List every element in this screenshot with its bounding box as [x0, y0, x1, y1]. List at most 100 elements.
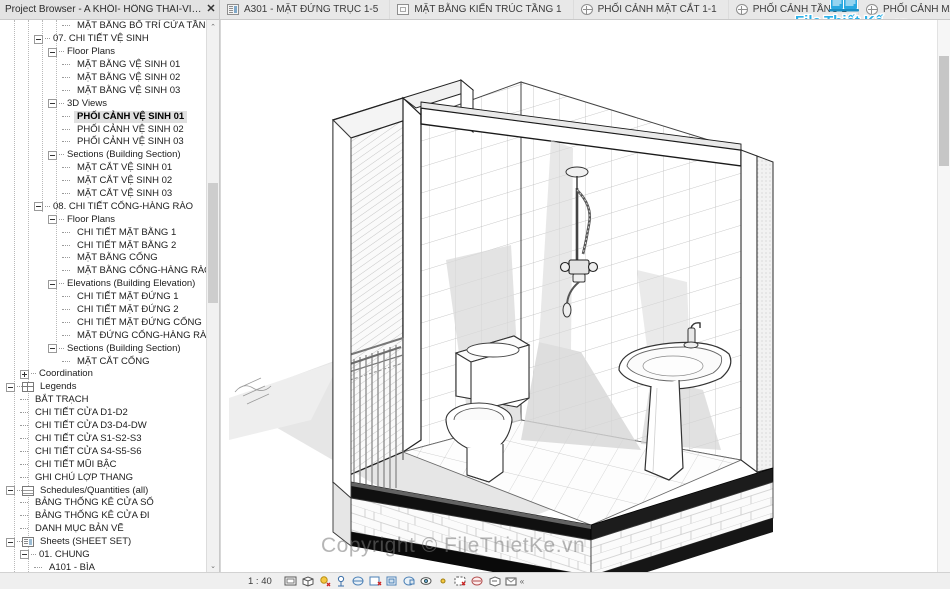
- sun-path-icon[interactable]: [318, 575, 331, 587]
- tree-group-node[interactable]: 3D Views: [0, 97, 206, 110]
- tree-group-node[interactable]: Sections (Building Section): [0, 149, 206, 162]
- reveal-hidden-icon[interactable]: [437, 575, 450, 587]
- tree-group-node[interactable]: Elevations (Building Elevation): [0, 278, 206, 291]
- project-browser-title-bar: Project Browser - A KHỐI- HỒNG THÁI-VIỆT…: [0, 0, 220, 19]
- temporary-view-properties-icon[interactable]: [454, 575, 467, 587]
- tree-node-label: Schedules/Quantities (all): [40, 484, 149, 496]
- visual-style-icon[interactable]: [301, 575, 314, 587]
- tree-group-node[interactable]: 08. CHI TIẾT CỔNG-HÀNG RÀO: [0, 200, 206, 213]
- tree-leaf-node[interactable]: MẶT CẮT VỆ SINH 03: [0, 188, 206, 201]
- highlight-displacement-icon[interactable]: [488, 575, 501, 587]
- view-scale-label[interactable]: 1 : 40: [220, 576, 280, 587]
- collapse-toggle-icon[interactable]: [6, 537, 15, 547]
- view-tab[interactable]: PHỐI CẢNH TẦNG 1: [729, 0, 859, 19]
- reveal-constraints-icon[interactable]: [505, 575, 518, 587]
- tree-leaf-node[interactable]: BẢNG THỐNG KÊ CỬA ĐI: [0, 510, 206, 523]
- hide-analytical-icon[interactable]: [471, 575, 484, 587]
- project-browser-tree[interactable]: MẶT BẰNG BỐ TRÍ CỬA TẦNG 207. CHI TIẾT V…: [0, 20, 206, 572]
- scroll-thumb[interactable]: [208, 183, 218, 303]
- browser-vertical-scrollbar[interactable]: ⌃ ⌄: [206, 20, 219, 572]
- tree-group-node[interactable]: Sheets (SHEET SET): [0, 536, 206, 549]
- tree-group-node[interactable]: Floor Plans: [0, 213, 206, 226]
- tree-group-node[interactable]: Coordination: [0, 368, 206, 381]
- tree-leaf-node[interactable]: CHI TIẾT CỬA S4-S5-S6: [0, 445, 206, 458]
- tree-group-node[interactable]: 01. CHUNG: [0, 549, 206, 562]
- collapse-toggle-icon[interactable]: [48, 215, 57, 225]
- tree-group-node[interactable]: 07. CHI TIẾT VỆ SINH: [0, 33, 206, 46]
- scroll-up-arrow-icon[interactable]: ⌃: [207, 20, 219, 33]
- tree-leaf-node[interactable]: CHI TIẾT CỬA D3-D4-DW: [0, 420, 206, 433]
- tree-group-node[interactable]: Sections (Building Section): [0, 342, 206, 355]
- tree-connector: [62, 162, 73, 174]
- collapse-toggle-icon[interactable]: [48, 279, 57, 289]
- 3d-view-canvas[interactable]: Copyright © FileThietKe.vn: [220, 20, 937, 572]
- view-tab[interactable]: MẶT BẰNG KIẾN TRÚC TẦNG 1: [390, 0, 574, 19]
- tree-leaf-node[interactable]: CHI TIẾT MẶT ĐỨNG 1: [0, 291, 206, 304]
- tree-node-label: PHỐI CẢNH VỆ SINH 03: [77, 136, 184, 148]
- collapse-toggle-icon[interactable]: [48, 99, 57, 109]
- tree-leaf-node[interactable]: MẶT BẰNG VỆ SINH 02: [0, 72, 206, 85]
- collapse-toggle-icon[interactable]: [34, 202, 43, 212]
- lock-3d-view-icon[interactable]: [403, 575, 416, 587]
- tree-group-node[interactable]: Schedules/Quantities (all): [0, 484, 206, 497]
- scroll-down-arrow-icon[interactable]: ⌄: [207, 559, 219, 572]
- tree-node-label: Sections (Building Section): [67, 342, 181, 354]
- tree-leaf-node[interactable]: PHỐI CẢNH VỆ SINH 03: [0, 136, 206, 149]
- tree-leaf-node[interactable]: A101 - BÌA: [0, 561, 206, 572]
- tree-leaf-node[interactable]: MẶT BẰNG CỔNG-HÀNG RÀO: [0, 265, 206, 278]
- view-tab[interactable]: PHỐI CẢNH MẶT CẮT 1-1: [574, 0, 729, 19]
- tree-group-node[interactable]: Legends: [0, 381, 206, 394]
- scroll-track[interactable]: [207, 33, 219, 559]
- tree-leaf-node[interactable]: CHI TIẾT MŨI BẬC: [0, 458, 206, 471]
- view-scroll-thumb[interactable]: [939, 56, 949, 166]
- tree-leaf-node[interactable]: MẶT BẰNG CỔNG: [0, 252, 206, 265]
- crop-region-icon[interactable]: [386, 575, 399, 587]
- collapse-toggle-icon[interactable]: [48, 344, 57, 354]
- render-dialog-icon[interactable]: [352, 575, 365, 587]
- close-icon[interactable]: ✕: [203, 0, 219, 19]
- tree-leaf-node[interactable]: CHI TIẾT MẶT ĐỨNG CỔNG: [0, 316, 206, 329]
- collapse-toggle-icon[interactable]: [20, 550, 29, 560]
- tree-leaf-node[interactable]: CHI TIẾT MẶT ĐỨNG 2: [0, 304, 206, 317]
- collapse-toggle-icon[interactable]: [6, 486, 15, 495]
- collapse-toggle-icon[interactable]: [6, 382, 15, 392]
- tree-leaf-node[interactable]: CHI TIẾT CỬA D1-D2: [0, 407, 206, 420]
- view-tab-strip[interactable]: A301 - MẶT ĐỨNG TRỤC 1-5 MẶT BẰNG KIẾN TR…: [220, 0, 950, 19]
- view-tab[interactable]: PHỐI CẢNH MẶT CẮT 5-5: [859, 0, 950, 19]
- temporary-hide-isolate-icon[interactable]: [420, 575, 433, 587]
- view-vertical-scrollbar[interactable]: [937, 20, 950, 572]
- collapse-toggle-icon[interactable]: [48, 150, 57, 160]
- tree-leaf-node[interactable]: MẶT CẮT VỆ SINH 02: [0, 175, 206, 188]
- tree-leaf-node[interactable]: MẶT ĐỨNG CỔNG-HÀNG RÀO: [0, 329, 206, 342]
- tree-node-label: BẮT TRẠCH: [35, 394, 89, 406]
- tree-leaf-node[interactable]: BẢNG THỐNG KÊ CỬA SỔ: [0, 497, 206, 510]
- tree-leaf-node[interactable]: BẮT TRẠCH: [0, 394, 206, 407]
- tree-node-label: BẢNG THỐNG KÊ CỬA ĐI: [35, 510, 150, 522]
- tree-leaf-node[interactable]: MẶT CẮT CỔNG: [0, 355, 206, 368]
- tree-leaf-node[interactable]: CHI TIẾT CỬA S1-S2-S3: [0, 433, 206, 446]
- shadows-icon[interactable]: [335, 575, 348, 587]
- expand-toggle-icon[interactable]: [20, 369, 29, 379]
- tree-leaf-node[interactable]: MẶT BẰNG VỆ SINH 03: [0, 84, 206, 97]
- sheets-icon: [22, 537, 34, 548]
- tree-leaf-node[interactable]: MẶT BẰNG VỆ SINH 01: [0, 59, 206, 72]
- tree-leaf-node[interactable]: PHỐI CẢNH VỆ SINH 02: [0, 123, 206, 136]
- view-control-icons[interactable]: [280, 575, 518, 587]
- tree-group-node[interactable]: Floor Plans: [0, 46, 206, 59]
- view-tab[interactable]: A301 - MẶT ĐỨNG TRỤC 1-5: [220, 0, 391, 19]
- tree-leaf-node[interactable]: MẶT CẮT VỆ SINH 01: [0, 162, 206, 175]
- tree-connector: [62, 356, 73, 368]
- tree-leaf-node[interactable]: DANH MỤC BẢN VẼ: [0, 523, 206, 536]
- crop-view-icon[interactable]: [369, 575, 382, 587]
- tree-leaf-node[interactable]: CHI TIẾT MẶT BẰNG 1: [0, 226, 206, 239]
- collapse-toggle-icon[interactable]: [34, 34, 43, 44]
- tree-leaf-node[interactable]: PHỐI CẢNH VỆ SINH 01: [0, 110, 206, 123]
- tree-leaf-node[interactable]: MẶT BẰNG BỐ TRÍ CỬA TẦNG 2: [0, 20, 206, 33]
- tree-leaf-node[interactable]: CHI TIẾT MẶT BẰNG 2: [0, 239, 206, 252]
- tree-leaf-node[interactable]: GHI CHÚ LỢP THANG: [0, 471, 206, 484]
- detail-level-icon[interactable]: [284, 575, 297, 587]
- view-control-overflow-icon[interactable]: «: [518, 577, 524, 586]
- collapse-toggle-icon[interactable]: [48, 47, 57, 57]
